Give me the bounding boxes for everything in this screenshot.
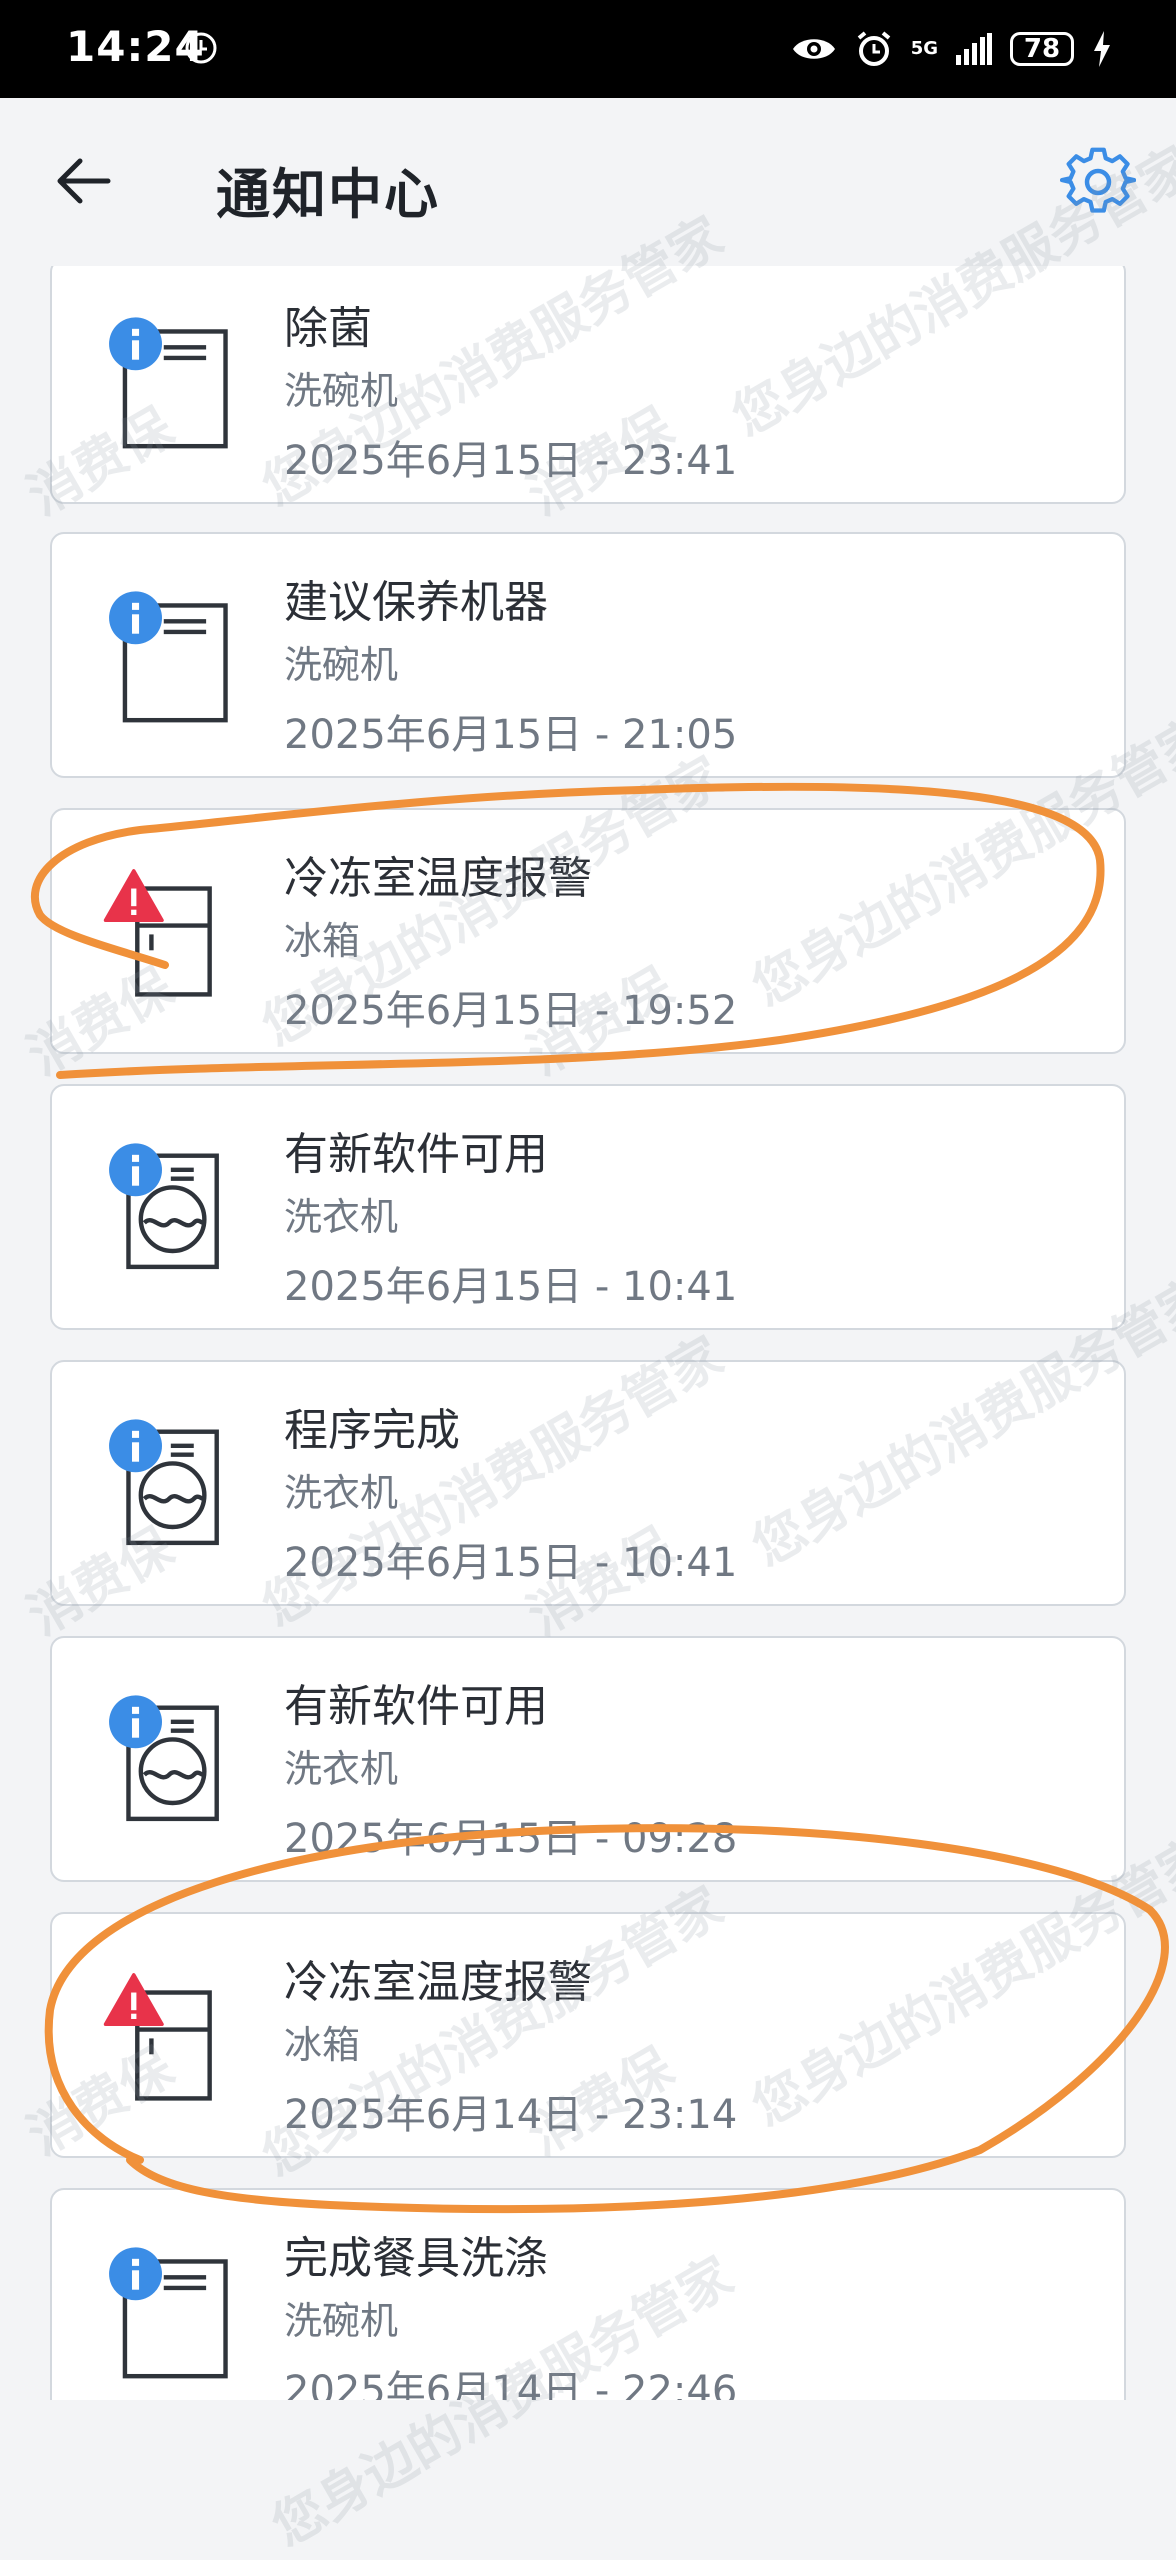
notification-list[interactable]: 除菌 洗碗机 2025年6月15日 - 23:41 建议保养机器 洗碗机 202…: [0, 266, 1176, 2400]
notification-title: 冷冻室温度报警: [284, 853, 592, 904]
notification-time: 2025年6月15日 - 21:05: [284, 712, 738, 758]
dishwasher-icon: [109, 2247, 228, 2379]
app-bar: 通知中心: [0, 98, 1176, 266]
notification-card[interactable]: 有新软件可用 洗衣机 2025年6月15日 - 10:41: [50, 1084, 1126, 1330]
info-icon: [109, 591, 162, 645]
notification-time: 2025年6月15日 - 09:28: [284, 1816, 738, 1862]
status-bar: 14:24 5G 78: [0, 0, 1176, 98]
fridge-icon: [103, 1973, 212, 2101]
washer-icon: [109, 1695, 219, 1822]
notification-time: 2025年6月15日 - 19:52: [284, 988, 738, 1034]
battery-level: 78: [1010, 32, 1074, 66]
charging-icon: [1094, 31, 1110, 67]
notification-time: 2025年6月14日 - 22:46: [284, 2368, 738, 2400]
signal-icon: [956, 33, 992, 65]
dishwasher-icon: [109, 591, 228, 723]
notification-title: 除菌: [284, 303, 372, 354]
info-icon: [109, 2247, 162, 2301]
notification-title: 完成餐具洗涤: [284, 2233, 548, 2284]
notification-card[interactable]: 建议保养机器 洗碗机 2025年6月15日 - 21:05: [50, 532, 1126, 778]
notification-device: 洗碗机: [284, 2299, 399, 2343]
notification-card[interactable]: 冷冻室温度报警 冰箱 2025年6月15日 - 19:52: [50, 808, 1126, 1054]
info-icon: [109, 317, 162, 371]
notification-title: 有新软件可用: [284, 1681, 548, 1732]
warning-icon: [103, 1973, 164, 2027]
notification-device: 冰箱: [284, 2023, 361, 2067]
arrow-left-icon: [57, 158, 111, 204]
settings-button[interactable]: [1060, 144, 1136, 220]
notification-card[interactable]: 程序完成 洗衣机 2025年6月15日 - 10:41: [50, 1360, 1126, 1606]
notification-device: 洗衣机: [284, 1747, 399, 1791]
notification-device: 洗衣机: [284, 1471, 399, 1515]
notification-card[interactable]: 完成餐具洗涤 洗碗机 2025年6月14日 - 22:46: [50, 2188, 1126, 2400]
fridge-icon: [103, 869, 212, 997]
alarm-icon: [857, 31, 890, 66]
notification-title: 冷冻室温度报警: [284, 1957, 592, 2008]
notification-time: 2025年6月15日 - 10:41: [284, 1264, 738, 1310]
page-title: 通知中心: [216, 163, 440, 226]
eye-icon: [792, 39, 835, 59]
info-icon: [109, 1419, 162, 1473]
notification-time: 2025年6月15日 - 23:41: [284, 438, 738, 484]
status-icons: 5G 78: [791, 24, 1112, 74]
network-type: 5G: [910, 38, 938, 59]
info-icon: [109, 1143, 162, 1197]
notification-time: 2025年6月15日 - 10:41: [284, 1540, 738, 1586]
data-saver-icon: [185, 32, 217, 64]
notification-title: 有新软件可用: [284, 1129, 548, 1180]
back-button[interactable]: [50, 148, 116, 214]
notification-title: 程序完成: [284, 1405, 460, 1456]
dishwasher-icon: [109, 317, 228, 449]
notification-device: 洗碗机: [284, 369, 399, 413]
info-icon: [109, 1695, 162, 1749]
warning-icon: [103, 869, 164, 923]
notification-device: 洗衣机: [284, 1195, 399, 1239]
notification-device: 冰箱: [284, 919, 361, 963]
notification-card[interactable]: 除菌 洗碗机 2025年6月15日 - 23:41: [50, 266, 1126, 504]
notification-card[interactable]: 有新软件可用 洗衣机 2025年6月15日 - 09:28: [50, 1636, 1126, 1882]
washer-icon: [109, 1143, 219, 1270]
washer-icon: [109, 1419, 219, 1546]
notification-device: 洗碗机: [284, 643, 399, 687]
notification-title: 建议保养机器: [284, 577, 548, 628]
gear-icon: [1060, 147, 1136, 213]
notification-card[interactable]: 冷冻室温度报警 冰箱 2025年6月14日 - 23:14: [50, 1912, 1126, 2158]
notification-time: 2025年6月14日 - 23:14: [284, 2092, 738, 2138]
